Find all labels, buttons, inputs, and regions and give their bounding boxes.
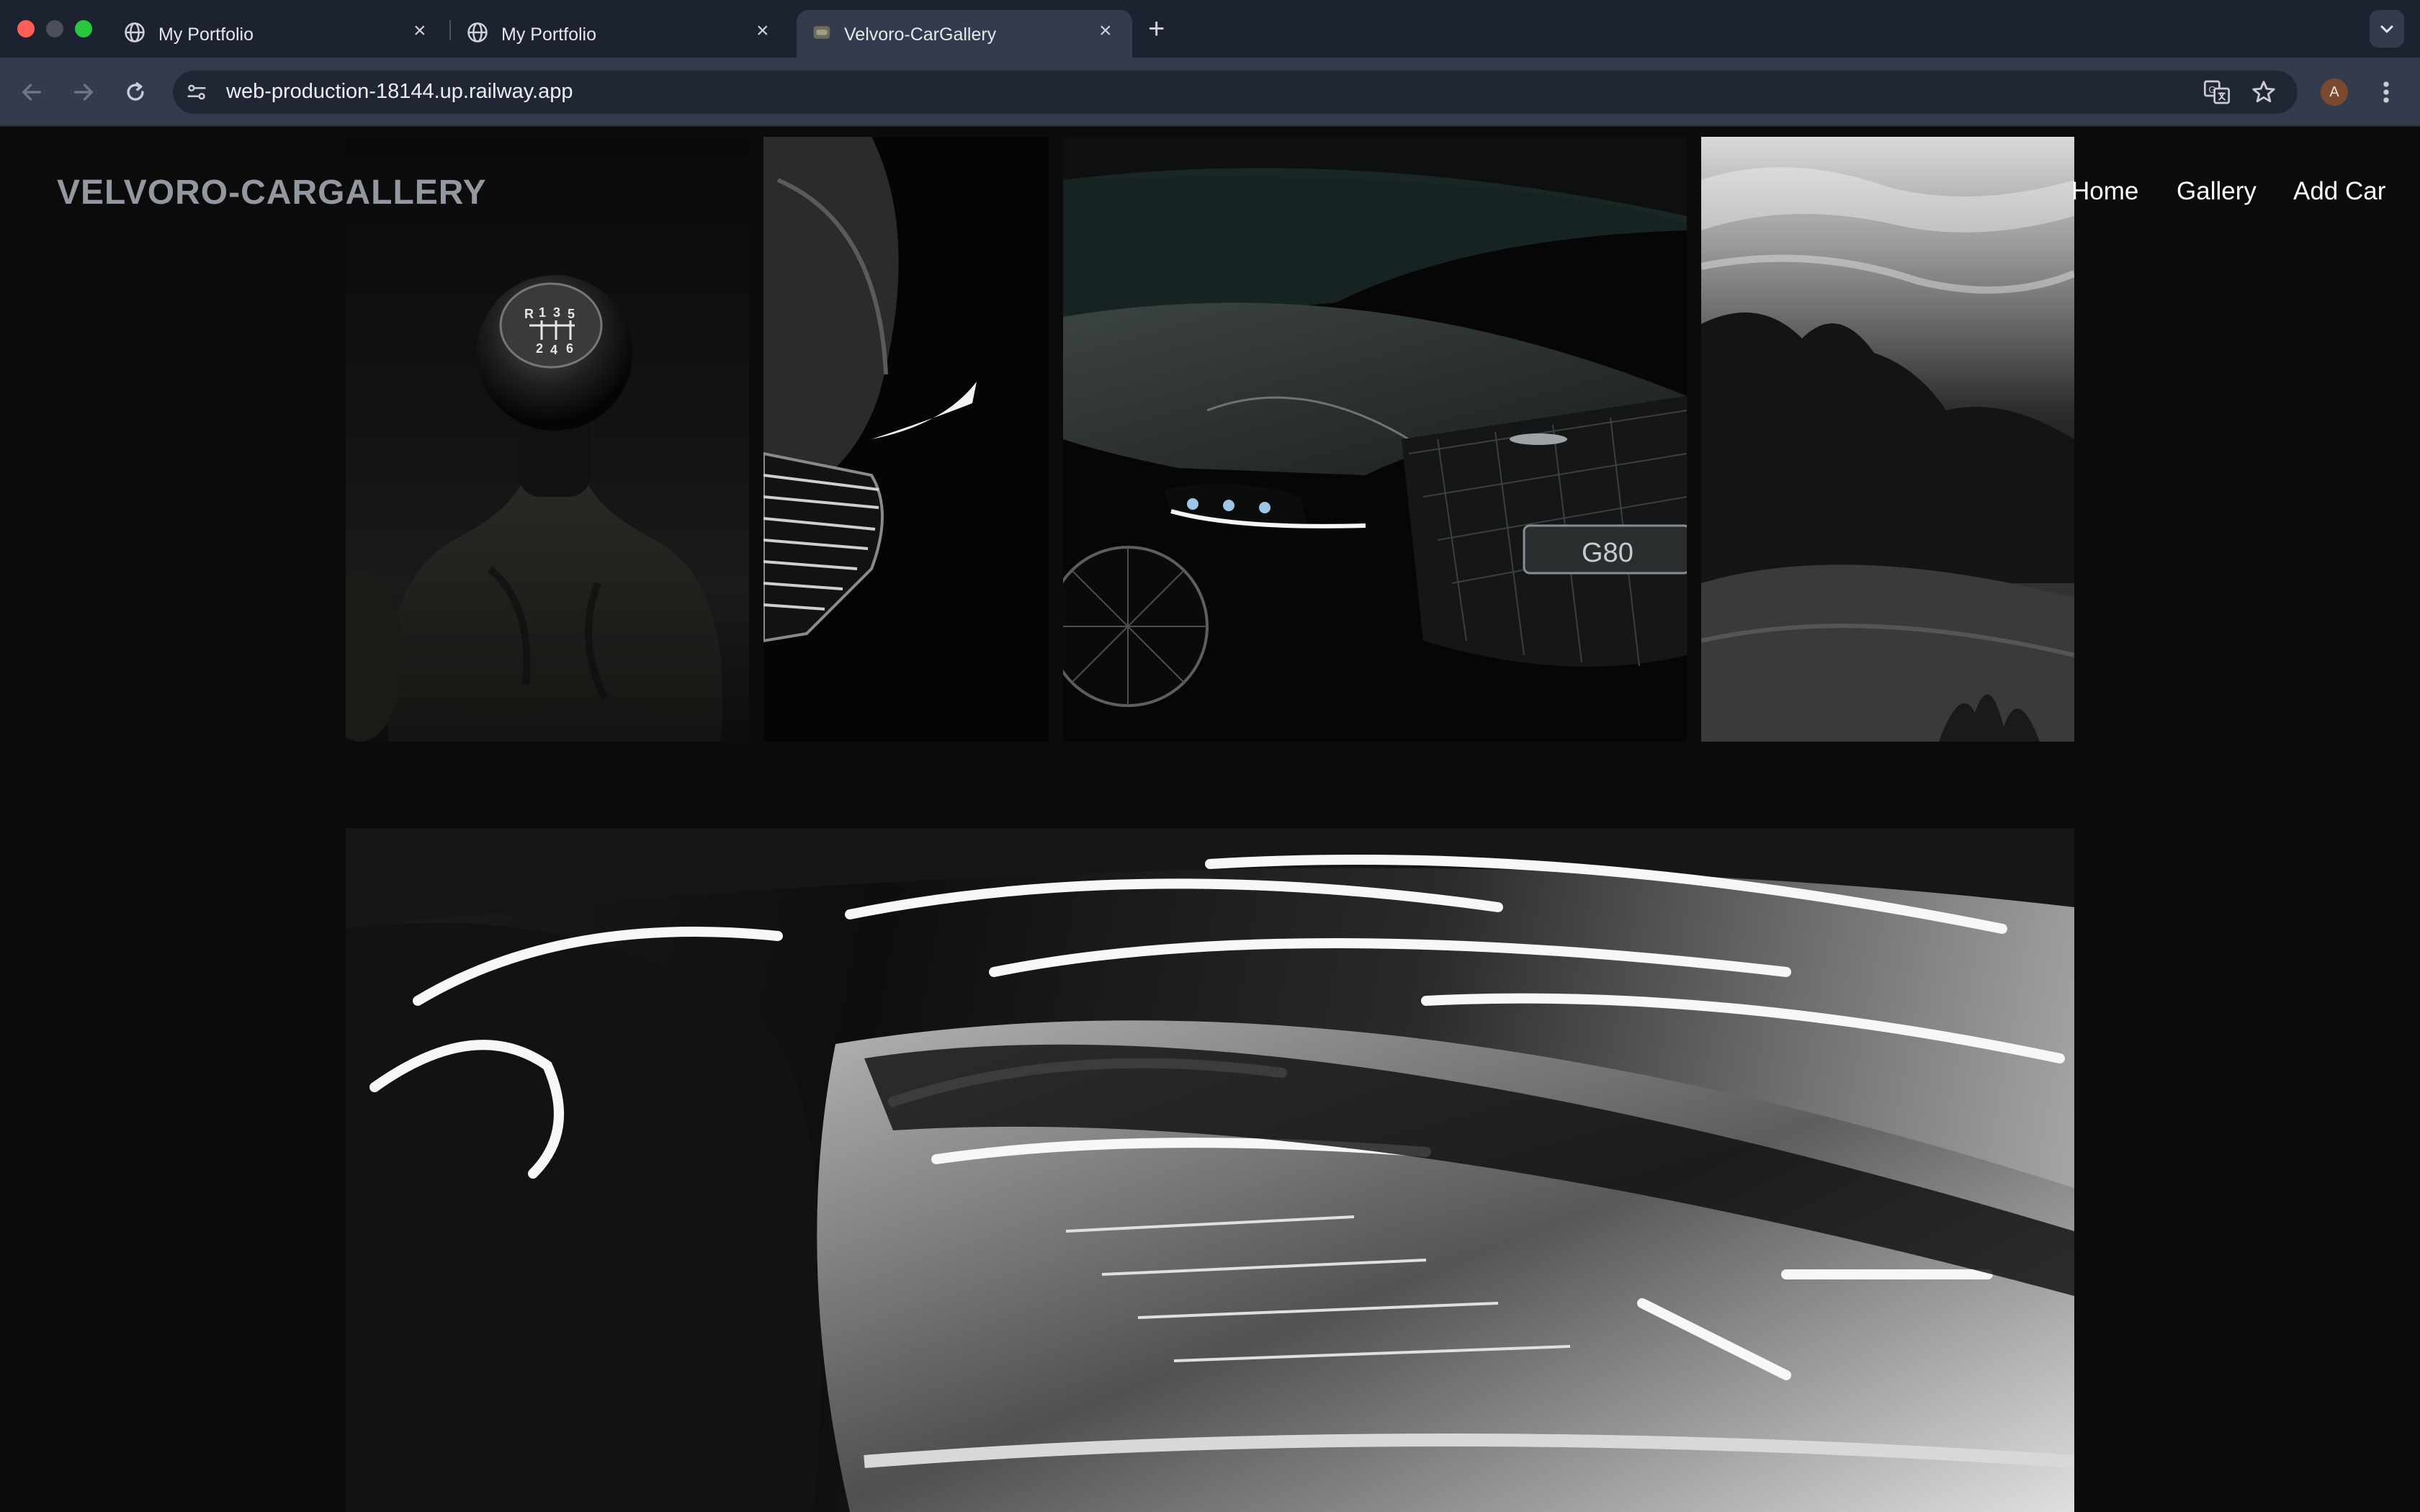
site-info-icon[interactable] bbox=[184, 80, 209, 104]
globe-icon bbox=[125, 22, 145, 42]
landscape-illustration bbox=[1701, 167, 2074, 742]
forward-button[interactable] bbox=[66, 75, 101, 109]
close-tab-icon[interactable]: × bbox=[1099, 20, 1112, 42]
back-button[interactable] bbox=[14, 75, 49, 109]
profile-avatar[interactable]: A bbox=[2321, 78, 2348, 106]
svg-text:R: R bbox=[524, 307, 534, 321]
svg-text:5: 5 bbox=[568, 307, 575, 321]
close-tab-icon[interactable]: × bbox=[413, 20, 426, 42]
chevron-down-icon bbox=[2380, 25, 2393, 33]
translate-icon[interactable]: G bbox=[2202, 78, 2231, 107]
nav-link-add-car[interactable]: Add Car bbox=[2293, 177, 2385, 206]
browser-tab-strip: My Portfolio × My Portfolio × Velvoro-Ca… bbox=[0, 0, 2420, 58]
svg-text:4: 4 bbox=[550, 343, 557, 357]
gear-shift-illustration: R135 246 bbox=[346, 275, 723, 742]
svg-text:3: 3 bbox=[553, 305, 560, 320]
svg-text:2: 2 bbox=[536, 341, 543, 356]
tab-search-button[interactable] bbox=[2370, 10, 2404, 48]
maximize-window-button[interactable] bbox=[75, 20, 92, 37]
profile-initial: A bbox=[2329, 84, 2339, 100]
nav-link-gallery[interactable]: Gallery bbox=[2177, 177, 2257, 206]
gallery-photo-grille[interactable] bbox=[763, 137, 1049, 742]
close-window-button[interactable] bbox=[17, 20, 35, 37]
nav-link-home[interactable]: Home bbox=[2071, 177, 2138, 206]
new-tab-button[interactable]: + bbox=[1148, 12, 1165, 46]
svg-text:1: 1 bbox=[539, 305, 546, 320]
kebab-menu-icon bbox=[2383, 81, 2389, 103]
svg-text:6: 6 bbox=[566, 341, 573, 356]
site-logo[interactable]: VELVORO-CARGALLERY bbox=[57, 173, 487, 212]
plate-text: G80 bbox=[1582, 538, 1634, 568]
gallery-photo-landscape[interactable] bbox=[1701, 137, 2074, 742]
reload-button[interactable] bbox=[118, 75, 153, 109]
minimize-window-button[interactable] bbox=[46, 20, 63, 37]
tab-my-portfolio-2[interactable]: My Portfolio × bbox=[458, 10, 789, 58]
arrow-right-icon bbox=[73, 84, 94, 101]
website-page: R135 246 G80 VELVORO-CARGALLERY Home Gal… bbox=[0, 127, 2420, 1512]
site-favicon-icon bbox=[813, 26, 830, 39]
grille-illustration bbox=[763, 137, 977, 643]
browser-menu-button[interactable] bbox=[2375, 76, 2397, 108]
reload-icon bbox=[127, 82, 144, 101]
sedan-illustration: G80 bbox=[1063, 137, 1687, 707]
close-tab-icon[interactable]: × bbox=[756, 20, 769, 42]
tab-title: Velvoro-CarGallery bbox=[844, 24, 997, 45]
tab-title: My Portfolio bbox=[501, 24, 596, 45]
gallery-photo-sedan[interactable]: G80 bbox=[1063, 137, 1687, 742]
gallery-photo-gear-shift[interactable]: R135 246 bbox=[346, 137, 749, 742]
url-text[interactable]: web-production-18144.up.railway.app bbox=[226, 80, 573, 104]
gallery-photo-headlight[interactable] bbox=[346, 828, 2074, 1512]
headlight-illustration bbox=[346, 828, 2074, 1512]
globe-icon bbox=[467, 22, 488, 42]
tab-velvoro-cargallery[interactable]: Velvoro-CarGallery × bbox=[797, 10, 1132, 58]
tab-title: My Portfolio bbox=[158, 24, 254, 45]
tab-separator bbox=[449, 20, 451, 40]
tab-my-portfolio-1[interactable]: My Portfolio × bbox=[115, 10, 447, 58]
bookmark-star-icon[interactable] bbox=[2250, 78, 2277, 106]
arrow-left-icon bbox=[22, 84, 42, 101]
